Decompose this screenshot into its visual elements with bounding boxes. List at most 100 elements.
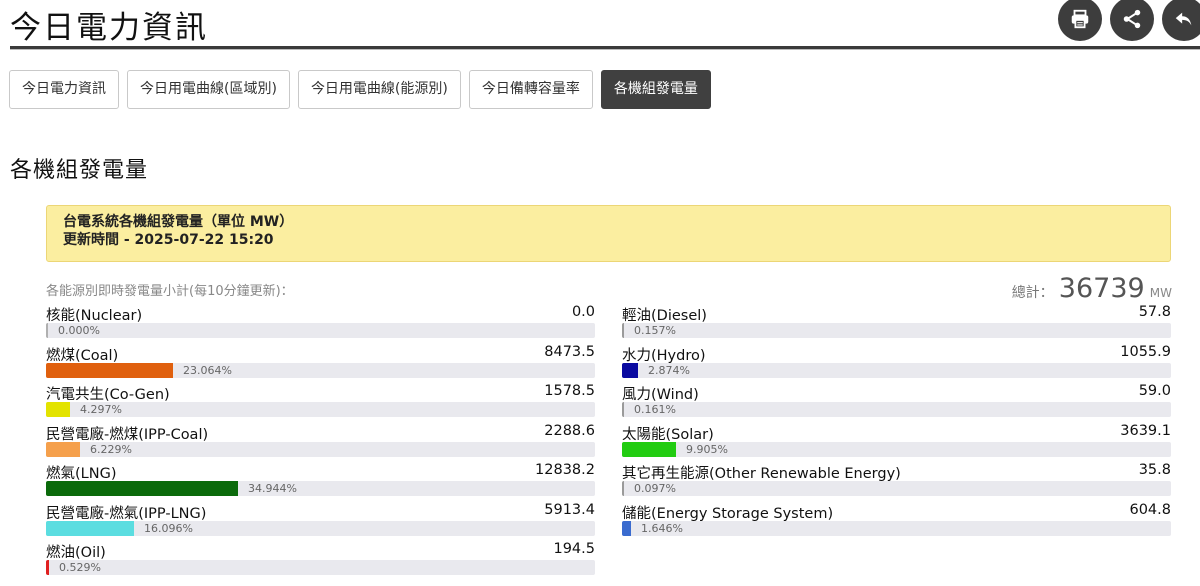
notice-title: 台電系統各機組發電量（單位 MW） (63, 214, 294, 230)
energy-value: 2288.6 (544, 422, 595, 439)
share-bar-track: 0.529% (46, 560, 595, 575)
energy-value: 8473.5 (544, 343, 595, 360)
share-bar-fill (46, 481, 238, 496)
energy-name: 民營電廠-燃氣(IPP-LNG) (46, 505, 207, 522)
share-bar-track: 1.646% (622, 520, 1171, 536)
energy-value: 35.8 (1138, 462, 1171, 478)
total-summary: 總計： 36739 MW (1012, 273, 1172, 304)
energy-row: 其它再生能源(Other Renewable Energy) 35.8 0.097% (622, 461, 1171, 501)
energy-row: 風力(Wind) 59.0 0.161% (622, 382, 1171, 422)
energy-row: 民營電廠-燃煤(IPP-Coal) 2288.6 6.229% (46, 422, 595, 462)
energy-value: 194.5 (553, 541, 595, 557)
energy-value: 604.8 (1129, 501, 1171, 518)
share-bar-track: 0.161% (622, 402, 1171, 417)
energy-list-right: 輕油(Diesel) 57.8 0.157% 水力(Hydro) 1055.9 2.874… (622, 303, 1171, 540)
share-percent: 0.529% (59, 561, 101, 574)
share-bar-track: 34.944% (46, 481, 595, 496)
share-percent: 6.229% (90, 442, 132, 456)
share-bar-track: 23.064% (46, 362, 595, 378)
share-bar-track: 16.096% (46, 520, 595, 536)
title-divider-shadow (10, 49, 1200, 50)
energy-name: 燃油(Oil) (46, 545, 106, 561)
share-bar-track: 0.000% (46, 323, 595, 338)
share-bar-track: 0.097% (622, 481, 1171, 496)
energy-value: 0.0 (571, 304, 595, 320)
share-bar-fill (46, 323, 48, 338)
energy-name: 民營電廠-燃煤(IPP-Coal) (46, 426, 209, 443)
share-bar-fill (622, 481, 624, 496)
energy-value: 57.8 (1138, 304, 1171, 320)
energy-value: 12838.2 (535, 462, 595, 478)
energy-row: 輕油(Diesel) 57.8 0.157% (622, 303, 1171, 343)
energy-name: 水力(Hydro) (622, 347, 706, 364)
share-bar-fill (46, 402, 70, 417)
share-bar-fill (622, 362, 638, 378)
page-title: 今日電力資訊 (10, 10, 208, 46)
energy-row: 燃油(Oil) 194.5 0.529% (46, 540, 595, 580)
total-value: 36739 (1058, 273, 1145, 304)
share-bar-track: 2.874% (622, 362, 1171, 378)
energy-name: 核能(Nuclear) (46, 308, 143, 324)
energy-name: 其它再生能源(Other Renewable Energy) (622, 466, 901, 482)
share-bar-track: 0.157% (622, 323, 1171, 338)
share-percent: 4.297% (80, 403, 122, 416)
tab-curve-by-region[interactable]: 今日用電曲線(區域別) (127, 70, 290, 109)
share-icon (1123, 9, 1141, 29)
tab-bar: 今日電力資訊 今日用電曲線(區域別) 今日用電曲線(能源別) 今日備轉容量率 各… (9, 70, 711, 109)
share-bar-fill (622, 402, 624, 417)
share-bar-fill (46, 362, 173, 378)
share-percent: 2.874% (648, 363, 690, 377)
print-button[interactable] (1058, 0, 1102, 41)
energy-row: 汽電共生(Co-Gen) 1578.5 4.297% (46, 382, 595, 422)
total-label: 總計： (1011, 285, 1054, 301)
back-arrow-icon (1175, 12, 1192, 26)
energy-name: 燃氣(LNG) (46, 466, 117, 482)
energy-row: 水力(Hydro) 1055.9 2.874% (622, 343, 1171, 383)
tab-curve-by-energy[interactable]: 今日用電曲線(能源別) (297, 70, 461, 109)
subtotal-caption: 各能源別即時發電量小計(每10分鐘更新)： (46, 284, 294, 299)
share-bar-track: 9.905% (622, 441, 1171, 457)
back-button[interactable] (1162, 0, 1200, 41)
share-percent: 9.905% (686, 442, 728, 456)
energy-name: 燃煤(Coal) (46, 347, 119, 364)
share-bar-fill (622, 520, 631, 536)
energy-name: 太陽能(Solar) (622, 426, 714, 443)
notice-box: 台電系統各機組發電量（單位 MW） 更新時間 - 2025-07-22 15:2… (46, 205, 1171, 262)
share-percent: 16.096% (144, 521, 193, 535)
share-bar-fill (46, 560, 49, 575)
share-percent: 0.161% (634, 403, 676, 416)
share-bar-fill (622, 441, 676, 457)
tab-today-power-info[interactable]: 今日電力資訊 (9, 70, 119, 109)
energy-name: 輕油(Diesel) (622, 308, 707, 324)
share-percent: 0.157% (634, 324, 676, 337)
energy-name: 儲能(Energy Storage System) (622, 505, 834, 522)
tab-unit-generation[interactable]: 各機組發電量 (600, 70, 711, 109)
energy-name: 汽電共生(Co-Gen) (46, 387, 170, 403)
share-bar-track: 4.297% (46, 402, 595, 417)
energy-row: 民營電廠-燃氣(IPP-LNG) 5913.4 16.096% (46, 501, 595, 541)
share-percent: 0.097% (634, 482, 676, 495)
energy-row: 儲能(Energy Storage System) 604.8 1.646% (622, 501, 1171, 541)
energy-value: 5913.4 (544, 501, 595, 518)
notice-update-time: 更新時間 - 2025-07-22 15:20 (63, 232, 274, 248)
share-percent: 34.944% (248, 482, 297, 495)
energy-row: 燃氣(LNG) 12838.2 34.944% (46, 461, 595, 501)
energy-value: 3639.1 (1120, 422, 1171, 439)
share-percent: 23.064% (183, 363, 232, 377)
energy-value: 1055.9 (1120, 343, 1171, 360)
share-percent: 0.000% (58, 324, 100, 337)
energy-row: 燃煤(Coal) 8473.5 23.064% (46, 343, 595, 383)
energy-row: 核能(Nuclear) 0.0 0.000% (46, 303, 595, 343)
energy-value: 59.0 (1138, 383, 1171, 399)
share-percent: 1.646% (641, 521, 683, 535)
share-bar-fill (46, 441, 80, 457)
share-bar-fill (46, 520, 134, 536)
share-bar-fill (622, 323, 624, 338)
section-title: 各機組發電量 (10, 158, 149, 183)
energy-row: 太陽能(Solar) 3639.1 9.905% (622, 422, 1171, 462)
tab-reserve-margin[interactable]: 今日備轉容量率 (468, 70, 593, 109)
share-bar-track: 6.229% (46, 441, 595, 457)
energy-list-left: 核能(Nuclear) 0.0 0.000% 燃煤(Coal) 8473.5 23.064… (46, 303, 595, 580)
share-button[interactable] (1110, 0, 1154, 41)
energy-name: 風力(Wind) (622, 387, 699, 403)
